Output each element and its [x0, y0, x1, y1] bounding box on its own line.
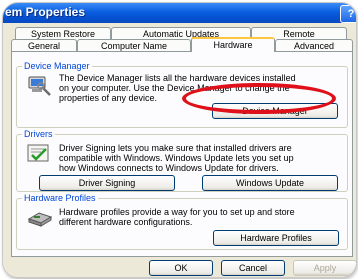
- drivers-group: Drivers Driver Signing lets you make sur…: [16, 129, 348, 192]
- help-button[interactable]: ?: [340, 5, 356, 23]
- device-manager-group: Device Manager The Device Manager lists …: [16, 61, 348, 128]
- system-properties-window: em Properties ? System Restore Automatic…: [2, 2, 357, 278]
- device-manager-button[interactable]: Device Manager: [212, 103, 338, 119]
- windows-update-button[interactable]: Windows Update: [202, 175, 338, 191]
- drivers-description: Driver Signing lets you make sure that i…: [59, 143, 294, 173]
- hardware-profiles-description: Hardware profiles provide a way for you …: [59, 207, 295, 227]
- tab-hardware[interactable]: Hardware: [191, 37, 275, 52]
- cancel-button[interactable]: Cancel: [221, 260, 285, 276]
- tab-panel-hardware: Device Manager The Device Manager lists …: [11, 51, 353, 257]
- device-manager-icon: [28, 76, 51, 96]
- hardware-profiles-icon: [27, 212, 53, 227]
- window-title: em Properties: [5, 5, 86, 19]
- ok-button[interactable]: OK: [149, 260, 213, 276]
- device-manager-description: The Device Manager lists all the hardwar…: [59, 73, 296, 103]
- drivers-title: Drivers: [22, 129, 55, 140]
- driver-signing-button[interactable]: Driver Signing: [39, 175, 175, 191]
- hardware-profiles-group: Hardware Profiles Hardware profiles prov…: [16, 193, 348, 250]
- apply-button[interactable]: Apply: [293, 260, 356, 276]
- device-manager-title: Device Manager: [22, 61, 92, 72]
- hardware-profiles-title: Hardware Profiles: [22, 193, 98, 204]
- driver-signing-icon: [27, 144, 49, 162]
- title-bar[interactable]: em Properties ?: [3, 3, 356, 23]
- hardware-profiles-button[interactable]: Hardware Profiles: [213, 230, 339, 246]
